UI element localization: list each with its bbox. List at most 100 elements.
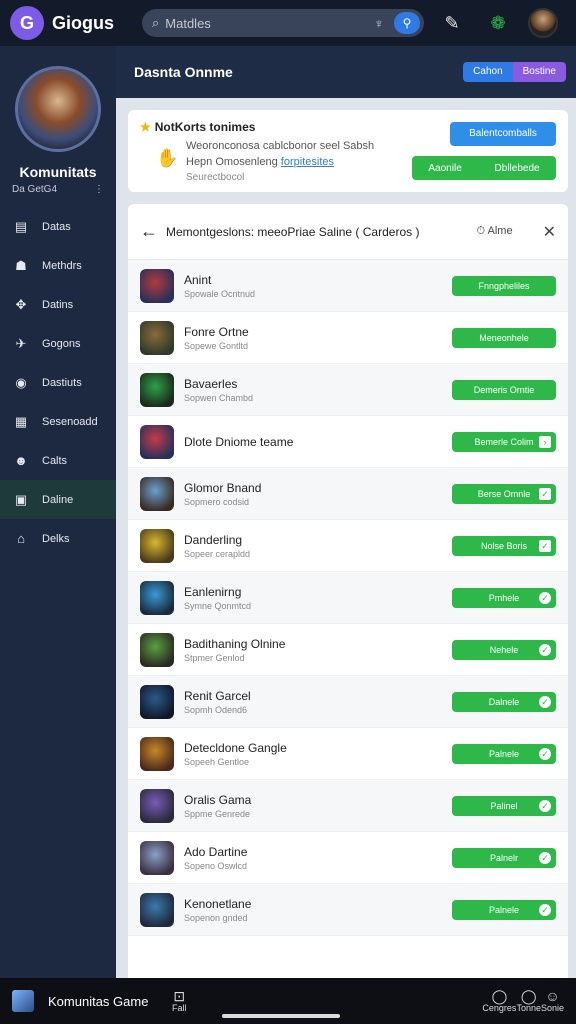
sidebar-item-2[interactable]: ✥ Datins (0, 285, 116, 324)
game-action-button[interactable]: Fnngpheliles (452, 275, 556, 296)
sidebar-item-0[interactable]: ▤ Datas (0, 207, 116, 246)
search-input[interactable]: Matdles (165, 16, 368, 31)
sidebar-item-8[interactable]: ⌂ Delks (0, 519, 116, 558)
game-action-label: Palinel (490, 800, 518, 811)
sidebar-item-4[interactable]: ◉ Dastiuts (0, 363, 116, 402)
game-row[interactable]: Ado Dartine Sopeno Oswlcd Palnelr ✓ (128, 832, 568, 884)
game-action-button[interactable]: Palnelr ✓ (452, 847, 556, 868)
game-action-label: Demeris Orntie (473, 384, 535, 395)
game-row[interactable]: Renit Garcel Sopmh Odend6 Dalnele ✓ (128, 676, 568, 728)
toggle-icon[interactable]: ✓ (539, 851, 551, 864)
segment-b-button[interactable]: Bostine (512, 62, 566, 82)
sidebar-item-label: Datins (42, 298, 74, 311)
game-subtitle: Sopenon gnded (184, 912, 248, 923)
game-action-button[interactable]: Dalnele ✓ (452, 691, 556, 712)
notice-secondary-a: Aaonile (428, 162, 462, 174)
toggle-icon[interactable]: ✓ (539, 695, 551, 708)
game-thumbnail (140, 892, 174, 927)
sidebar-item-3[interactable]: ✈ Gogons (0, 324, 116, 363)
sidebar-item-5[interactable]: ▦ Sesenoadd (0, 402, 116, 441)
game-text: Eanlenirng Symne Qonmtcd (184, 585, 452, 611)
game-row[interactable]: Oralis Gama Sppme Genrede Palinel ✓ (128, 780, 568, 832)
bottom-nav-item-0[interactable]: ⊡ Fall (172, 989, 187, 1013)
game-action-button[interactable]: Bemerle Colim › (452, 431, 556, 452)
mic-icon[interactable]: ♆ (368, 16, 390, 31)
game-action-label: Nehele (489, 644, 519, 655)
search-button[interactable]: ⚲ (394, 12, 420, 34)
game-action-button[interactable]: Palnele ✓ (452, 743, 556, 764)
bottom-nav-label: Cengres (482, 1003, 517, 1013)
game-name: Anint (184, 272, 212, 287)
game-name: Badithaning Olnine (184, 636, 286, 651)
game-action-button[interactable]: Pmhele ✓ (452, 587, 556, 608)
app-name: Giogus (52, 12, 114, 33)
sidebar-item-icon: ✥ (15, 296, 27, 312)
clock-label-text: Alme (487, 225, 513, 237)
back-arrow-icon[interactable]: ← (140, 221, 166, 242)
gamepad-icon[interactable]: ✎ (434, 5, 470, 41)
game-row[interactable]: Eanlenirng Symne Qonmtcd Pmhele ✓ (128, 572, 568, 624)
toggle-icon[interactable]: ✓ (539, 747, 551, 760)
game-row[interactable]: Detecldone Gangle Sopeeh Gentloe Palnele ✓ (128, 728, 568, 780)
profile-subtitle: Da GetG4 ⋮ (0, 184, 116, 195)
sidebar-item-1[interactable]: ☗ Methdrs (0, 246, 116, 285)
game-action-button[interactable]: Meneonhele (452, 327, 556, 348)
checkbox-icon[interactable]: ✓ (539, 539, 551, 552)
game-action-button[interactable]: Berse Omnle ✓ (452, 483, 556, 504)
app-logo[interactable]: G (10, 6, 44, 40)
toggle-icon[interactable]: ✓ (539, 799, 551, 812)
game-row[interactable]: Badithaning Olnine Stpmer Genlod Nehele ✓ (128, 624, 568, 676)
game-action-button[interactable]: Palnele ✓ (452, 899, 556, 920)
more-icon[interactable]: ⋮ (94, 184, 104, 195)
home-indicator (222, 1014, 340, 1018)
sidebar-item-6[interactable]: ☻ Calts (0, 441, 116, 480)
toggle-icon[interactable]: ✓ (539, 591, 551, 604)
notice-title-text: NotKorts tonimes (154, 120, 256, 134)
sidebar-item-label: Dastiuts (42, 376, 82, 389)
user-avatar[interactable] (528, 8, 558, 38)
notification-icon[interactable]: ❁ (480, 5, 516, 41)
game-row[interactable]: Danderling Sopeer cerapldd Nolse Boris ✓ (128, 520, 568, 572)
game-row[interactable]: Kenonetlane Sopenon gnded Palnele ✓ (128, 884, 568, 936)
game-name: Fonre Ortne (184, 324, 249, 339)
bottom-nav-item-1[interactable]: ◯ Cengres (482, 989, 516, 1013)
bottom-nav-item-2[interactable]: ◯ Tonne (516, 989, 541, 1013)
game-row[interactable]: Dlote Dniome teame Bemerle Colim › (128, 416, 568, 468)
game-action-button[interactable]: Palinel ✓ (452, 795, 556, 816)
game-row[interactable]: Glomor Bnand Sopmero codsid Berse Omnle ✓ (128, 468, 568, 520)
sidebar: Komunitats Da GetG4 ⋮ ▤ Datas ☗ Methdrs ✥ Dat… (0, 46, 116, 978)
segment-a-button[interactable]: Cahon (463, 62, 513, 82)
sidebar-item-icon: ▦ (14, 413, 28, 429)
game-row[interactable]: Fonre Ortne Sopewe Gontltd Meneonhele (128, 312, 568, 364)
toggle-icon[interactable]: ✓ (539, 903, 551, 916)
game-row[interactable]: Anint Spowale Ocntnud Fnngpheliles (128, 260, 568, 312)
close-icon[interactable]: ✕ (543, 222, 556, 242)
game-text: Kenonetlane Sopenon gnded (184, 897, 452, 923)
bottom-title: Komunitas Game (48, 993, 149, 1009)
checkbox-icon[interactable]: › (539, 435, 551, 448)
checkbox-icon[interactable]: ✓ (539, 487, 551, 500)
game-text: Ado Dartine Sopeno Oswlcd (184, 845, 452, 871)
game-thumbnail (140, 268, 174, 303)
game-action-button[interactable]: Nolse Boris ✓ (452, 535, 556, 556)
bottom-nav-icon: ☺ (545, 988, 560, 1004)
game-text: Glomor Bnand Sopmero codsid (184, 481, 452, 507)
game-action-label: Palnele (488, 904, 520, 915)
sidebar-item-icon: ☗ (15, 257, 27, 273)
game-action-button[interactable]: Nehele ✓ (452, 639, 556, 660)
clock-label[interactable]: ⏱ Alme (477, 225, 513, 238)
toggle-icon[interactable]: ✓ (539, 643, 551, 656)
sidebar-item-7[interactable]: ▣ Daline (0, 480, 116, 519)
notice-secondary-button[interactable]: Aaonile Dbllebede (412, 156, 556, 180)
sidebar-item-label: Sesenoadd (42, 415, 98, 428)
notice-link[interactable]: forpitesites (281, 156, 334, 168)
bottom-nav-item-3[interactable]: ☺ Sonie (541, 989, 564, 1013)
profile-avatar[interactable] (15, 66, 101, 152)
search-bar[interactable]: ⌕ Matdles ♆ ⚲ (142, 9, 424, 37)
game-name: Detecldone Gangle (184, 740, 287, 755)
star-icon: ★ (140, 120, 151, 134)
game-row[interactable]: Bavaerles Sopwen Chambd Demeris Orntie (128, 364, 568, 416)
game-thumbnail (140, 528, 174, 563)
game-action-button[interactable]: Demeris Orntie (452, 379, 556, 400)
notice-primary-button[interactable]: Balentcomballs (450, 122, 556, 146)
